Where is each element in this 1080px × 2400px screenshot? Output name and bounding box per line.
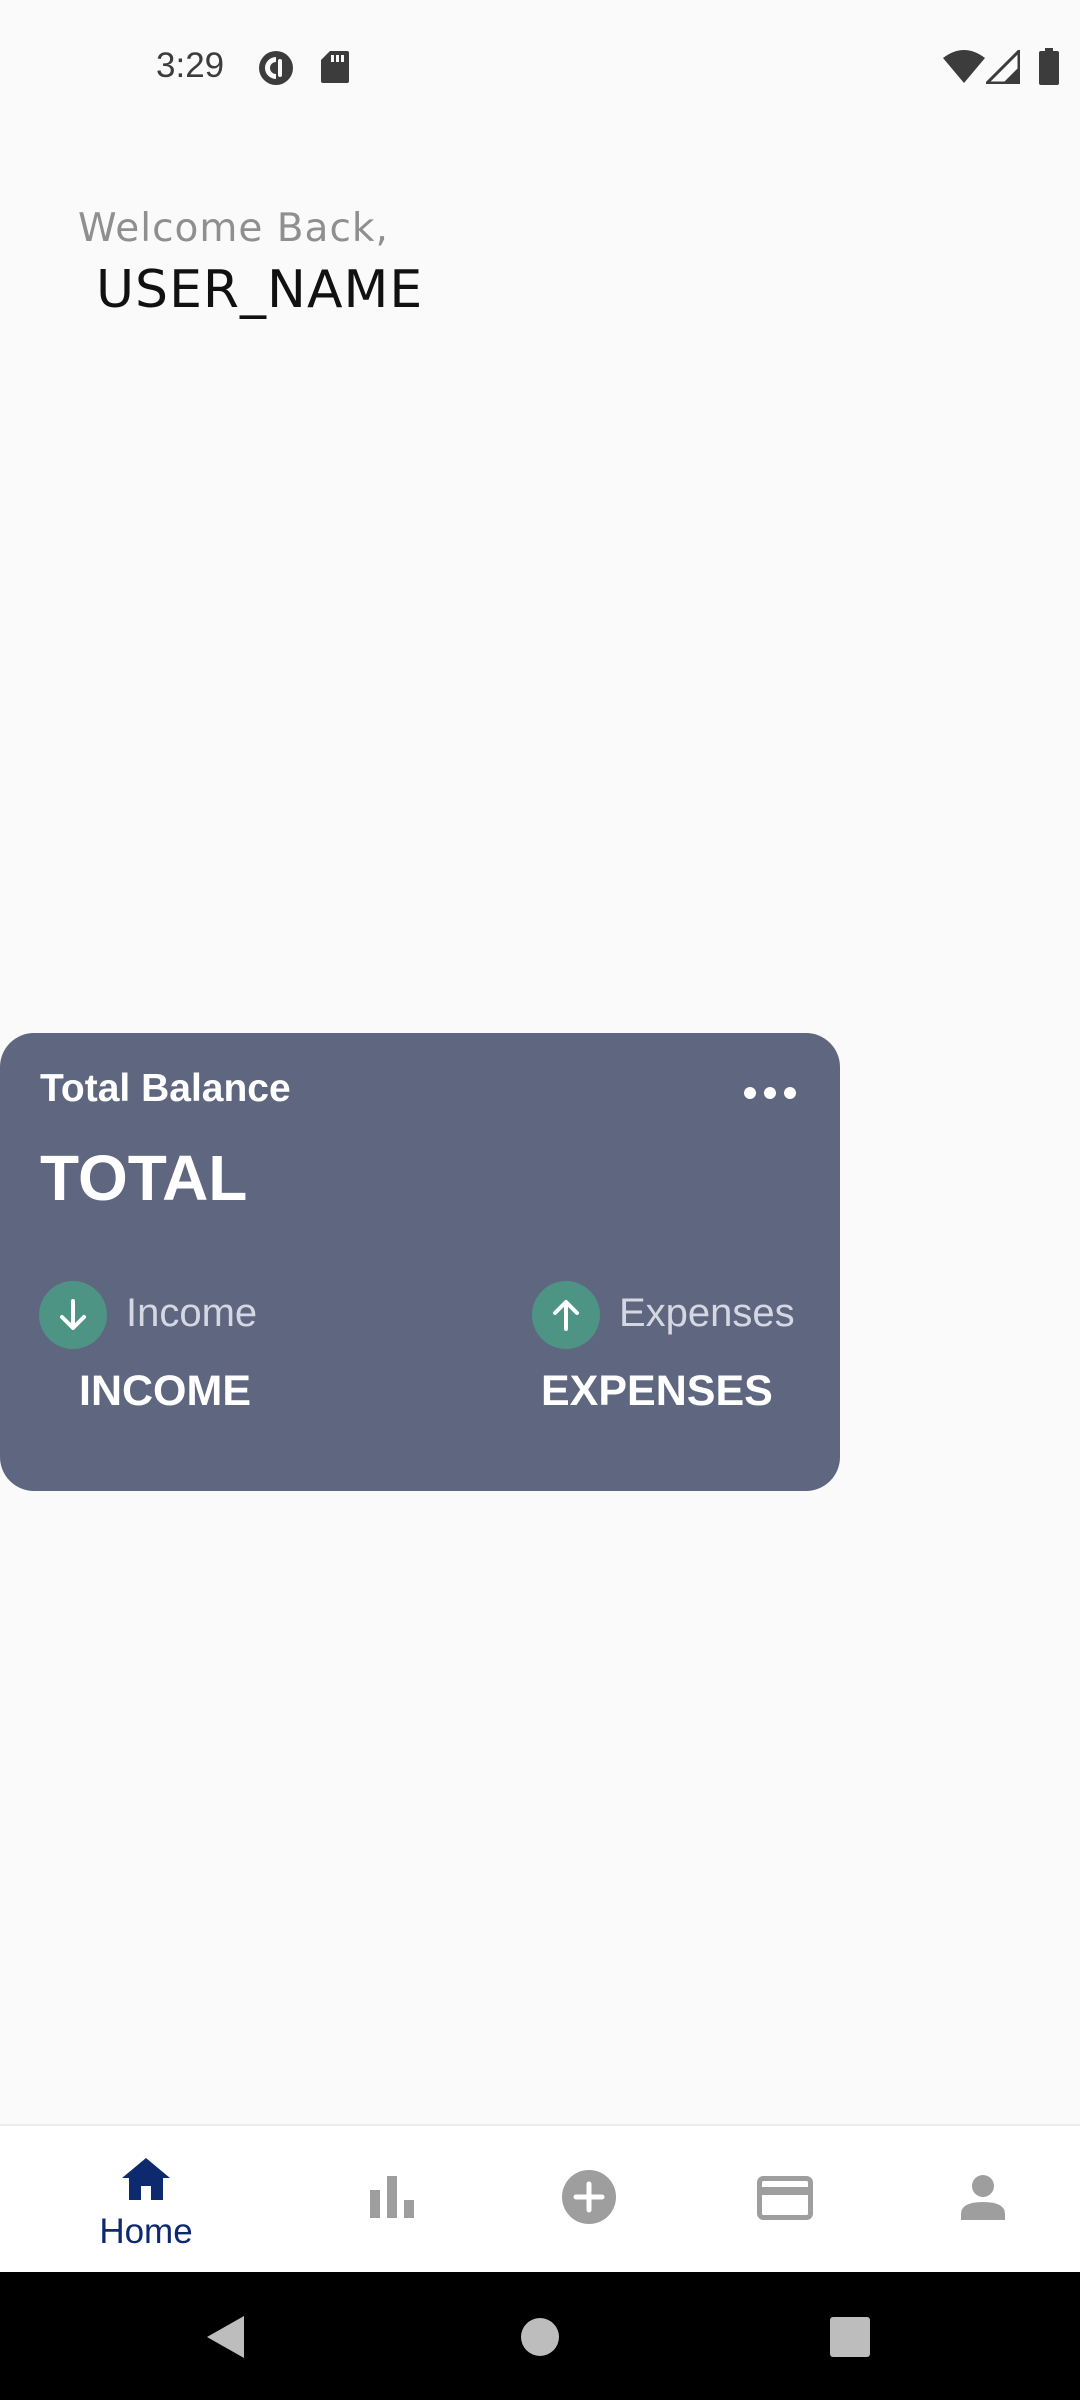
cell-signal-icon [986,50,1020,84]
more-horiz-icon[interactable] [740,1081,800,1105]
home-circle-icon[interactable] [520,2317,560,2357]
add-circle-icon [562,2170,616,2224]
expenses-label: Expenses [619,1291,795,1335]
sd-card-icon [321,51,349,83]
expenses-value: EXPENSES [541,1367,773,1415]
total-balance-value: TOTAL [40,1142,248,1214]
arrow-down-icon [60,1299,86,1330]
income-label: Income [126,1291,258,1335]
bottom-nav: Home [0,2124,1080,2274]
nav-item-add[interactable] [490,2126,686,2274]
status-bar: 3:29 [0,0,1080,135]
pocket-casts-icon [259,51,293,85]
nav-item-home[interactable]: Home [48,2126,244,2274]
nav-item-stats[interactable] [294,2126,490,2274]
bar-chart-icon [370,2176,414,2218]
person-icon [961,2175,1005,2220]
system-nav-bar [0,2272,1080,2400]
income-icon [39,1281,107,1349]
welcome-text: Welcome Back, [78,206,389,251]
expenses-icon [532,1281,600,1349]
back-icon[interactable] [204,2314,246,2360]
nav-item-profile[interactable] [884,2126,1080,2274]
nav-label-home: Home [99,2212,193,2251]
income-value: INCOME [79,1367,251,1415]
credit-card-icon [757,2176,813,2220]
username: USER_NAME [96,260,424,320]
balance-card: Total Balance TOTAL Income INCOME Expens… [0,1033,840,1491]
status-time: 3:29 [156,46,225,85]
recents-icon[interactable] [830,2317,870,2357]
battery-icon [1039,48,1059,85]
card-title: Total Balance [40,1067,291,1110]
nav-item-cards[interactable] [687,2126,883,2274]
home-icon [122,2158,170,2200]
wifi-icon [943,50,985,83]
arrow-up-icon [553,1300,579,1331]
